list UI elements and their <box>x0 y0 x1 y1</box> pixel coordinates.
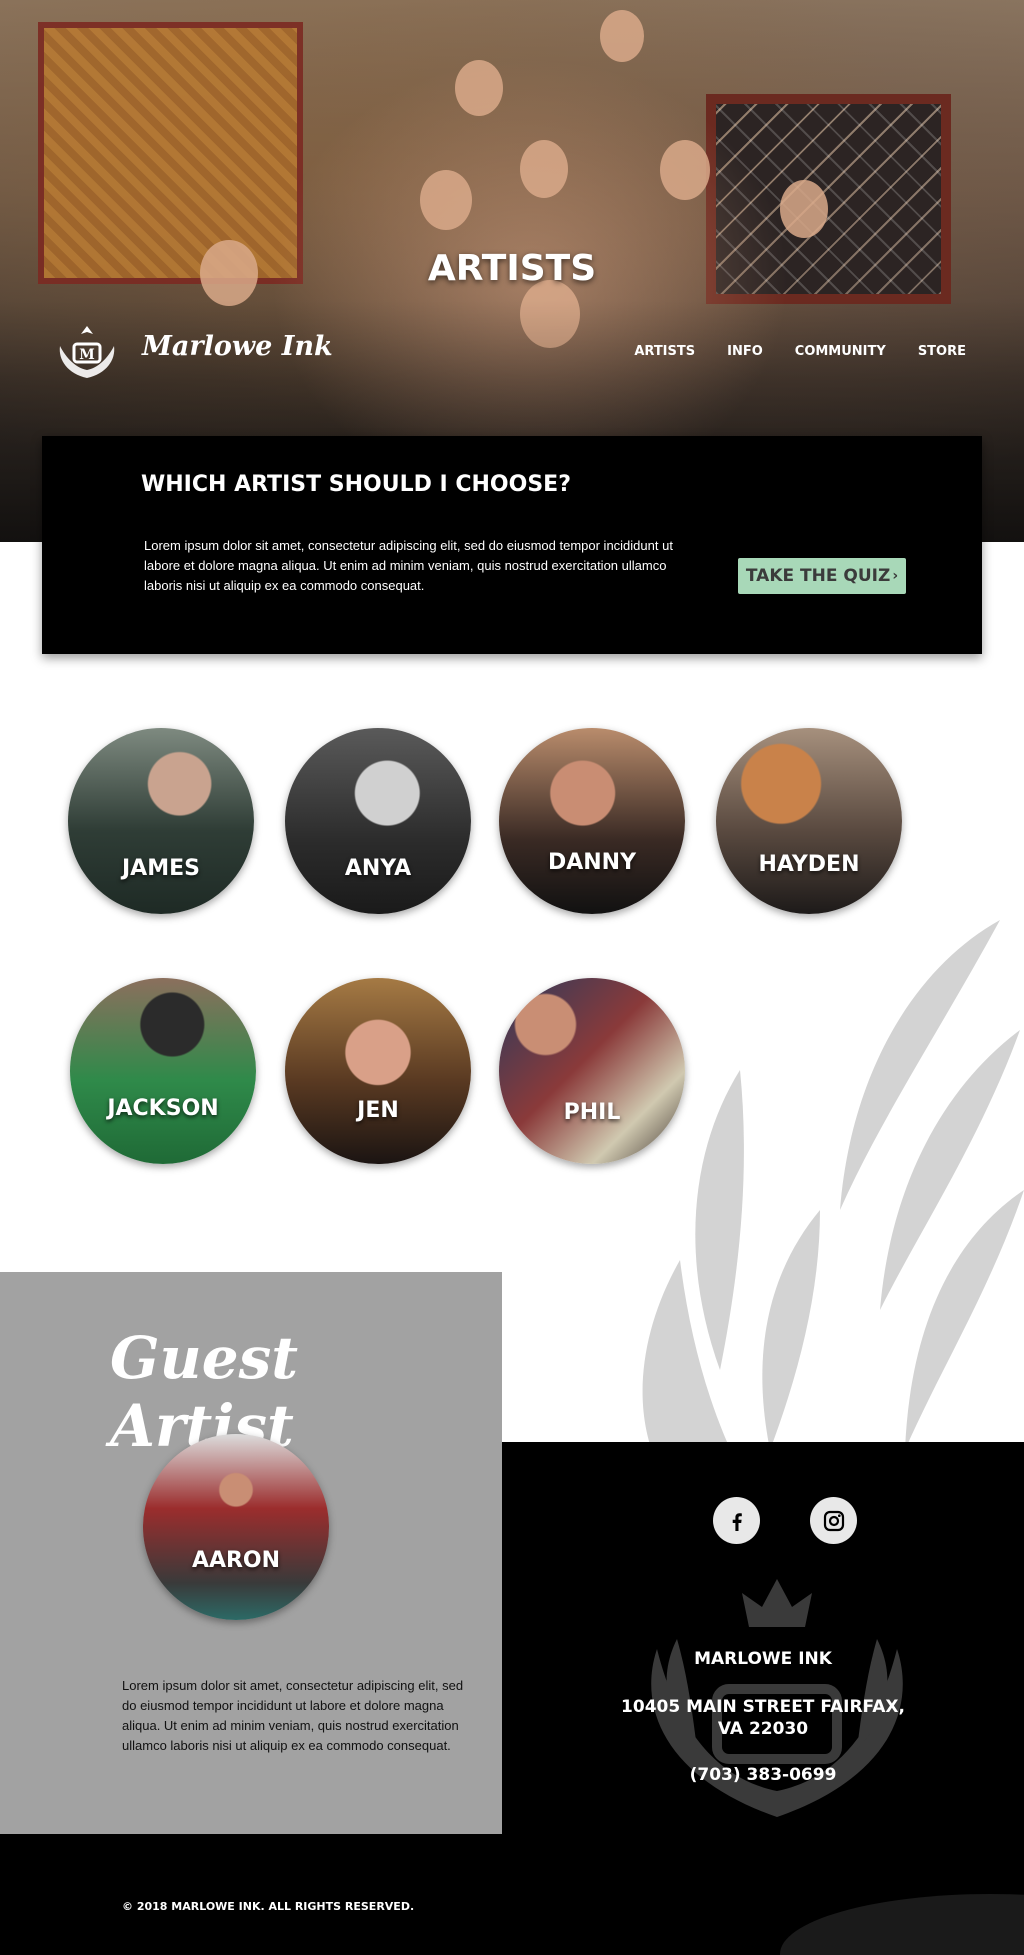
artist-name: DANNY <box>547 850 637 875</box>
artist-name: ANYA <box>344 856 412 881</box>
quiz-card: WHICH ARTIST SHOULD I CHOOSE? Lorem ipsu… <box>42 436 982 654</box>
guest-artist-section: Guest Artist AARON Lorem ipsum dolor sit… <box>0 1272 502 1834</box>
artist-card-jackson[interactable]: JACKSON <box>70 978 256 1164</box>
contact-business-name: MARLOWE INK <box>694 1649 832 1669</box>
artist-card-phil[interactable]: PHIL <box>499 978 685 1164</box>
hero-photo-person <box>780 180 828 238</box>
take-quiz-label: TAKE THE QUIZ <box>745 566 891 586</box>
brand-name[interactable]: Marlowe Ink <box>142 331 333 362</box>
page-title: ARTISTS <box>427 248 597 289</box>
hero-photo-person <box>420 170 472 230</box>
instagram-icon[interactable] <box>810 1497 857 1544</box>
artist-card-danny[interactable]: DANNY <box>499 728 685 914</box>
contact-address-line1: 10405 MAIN STREET FAIRFAX, <box>621 1697 905 1717</box>
contact-phone[interactable]: (703) 383-0699 <box>502 1764 1024 1786</box>
artist-card-aaron[interactable]: AARON <box>143 1434 329 1620</box>
artist-name: JACKSON <box>107 1096 219 1121</box>
chevron-right-icon: › <box>892 568 899 584</box>
hero-photo-person <box>455 60 503 116</box>
nav-item-artists[interactable]: ARTISTS <box>634 344 695 359</box>
artist-card-jen[interactable]: JEN <box>285 978 471 1164</box>
artist-name: JEN <box>357 1098 399 1123</box>
artist-name: HAYDEN <box>758 852 860 877</box>
hero-photo-person <box>660 140 710 200</box>
leaf-decoration <box>642 920 1024 1470</box>
nav-item-store[interactable]: STORE <box>918 344 966 359</box>
svg-text:M: M <box>79 347 95 363</box>
facebook-icon[interactable] <box>713 1497 760 1544</box>
artist-name: JAMES <box>122 856 200 881</box>
main-nav: ARTISTS INFO COMMUNITY STORE <box>602 344 966 359</box>
artist-card-anya[interactable]: ANYA <box>285 728 471 914</box>
hero-photo-person <box>600 10 644 62</box>
artist-card-hayden[interactable]: HAYDEN <box>716 728 902 914</box>
quiz-heading: WHICH ARTIST SHOULD I CHOOSE? <box>141 472 571 497</box>
take-quiz-button[interactable]: TAKE THE QUIZ › <box>738 558 906 594</box>
nav-item-community[interactable]: COMMUNITY <box>795 344 886 359</box>
guest-title: Guest Artist <box>110 1324 299 1460</box>
footer: © 2018 MARLOWE INK. ALL RIGHTS RESERVED. <box>0 1834 1024 1955</box>
artist-card-james[interactable]: JAMES <box>68 728 254 914</box>
artist-name: PHIL <box>563 1100 621 1125</box>
contact-panel: MARLOWE INK 10405 MAIN STREET FAIRFAX, V… <box>502 1442 1024 1834</box>
quiz-body: Lorem ipsum dolor sit amet, consectetur … <box>144 538 673 593</box>
copyright-text: © 2018 MARLOWE INK. ALL RIGHTS RESERVED. <box>122 1900 415 1913</box>
guest-body: Lorem ipsum dolor sit amet, consectetur … <box>122 1678 464 1753</box>
artist-name: AARON <box>191 1548 281 1573</box>
hero-photo-person <box>520 140 568 198</box>
logo-crest-icon[interactable]: M <box>52 322 122 382</box>
nav-item-info[interactable]: INFO <box>727 344 763 359</box>
footer-swoosh-decoration <box>780 1894 1024 1955</box>
contact-address-line2: VA 22030 <box>717 1719 809 1739</box>
